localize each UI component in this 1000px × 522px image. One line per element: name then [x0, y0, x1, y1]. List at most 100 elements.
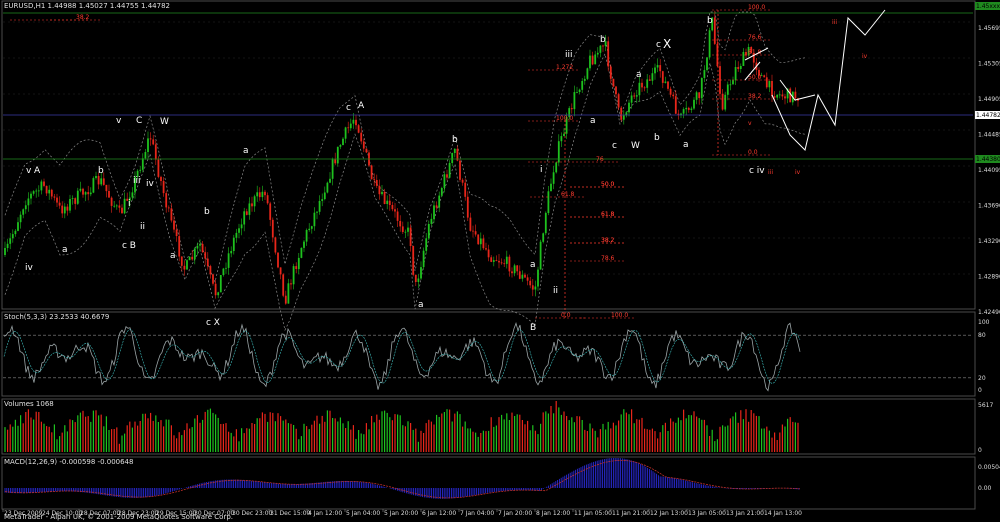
wave-label-red: iv — [795, 169, 801, 176]
volume-bar — [25, 412, 27, 452]
volume-tick-label: 5617 — [978, 402, 993, 409]
volume-bar — [386, 412, 388, 452]
candle-body — [373, 179, 376, 180]
volume-bar — [329, 410, 331, 452]
volume-bar — [651, 428, 653, 452]
price-tick-label: 1.42890 — [978, 274, 1000, 281]
top-tag: 1.45xxx — [976, 3, 1000, 10]
volume-bar — [670, 418, 672, 452]
volume-bar — [33, 419, 35, 452]
volume-bar — [436, 414, 438, 452]
candle-body — [113, 205, 116, 207]
volume-bar — [363, 434, 365, 452]
volume-bar — [443, 412, 445, 452]
candle-body — [381, 191, 383, 195]
price-tick-label: 1.44485 — [978, 132, 1000, 139]
volume-bar — [503, 419, 505, 452]
volume-bar — [293, 425, 295, 452]
volume-bar — [402, 425, 404, 452]
volume-bar — [675, 422, 677, 452]
candle-body — [474, 231, 477, 235]
candle-body — [362, 141, 365, 149]
volume-bar — [79, 412, 81, 452]
candle-body — [349, 123, 352, 129]
volume-bar — [334, 418, 336, 452]
candle-body — [555, 162, 558, 173]
candle-body — [789, 88, 792, 103]
candle-body — [225, 267, 227, 269]
volume-bar — [220, 424, 222, 452]
volume-bar — [722, 425, 724, 452]
volume-bar — [576, 416, 578, 452]
volume-bar — [573, 422, 575, 452]
candle-body — [264, 191, 266, 196]
candle-body — [87, 192, 90, 195]
volume-bar — [311, 424, 313, 452]
candle-body — [521, 274, 524, 279]
candle-body — [443, 174, 446, 188]
candle-body — [147, 138, 149, 152]
candle-body — [404, 231, 407, 233]
stoch-pane[interactable] — [1, 311, 976, 397]
time-tick-label: 13 Jan 05:00 — [688, 510, 726, 517]
time-tick-label: 5 Jan 04:00 — [346, 510, 380, 517]
candle-body — [331, 159, 334, 179]
volume-bar — [186, 423, 188, 452]
macd-pane[interactable] — [1, 456, 976, 510]
candle-body — [261, 191, 264, 198]
candle-body — [157, 159, 160, 177]
volume-bar — [108, 430, 110, 452]
wave-label: a — [418, 300, 424, 310]
volume-bar — [189, 428, 191, 452]
candle-body — [581, 81, 584, 90]
volume-bar — [605, 429, 607, 452]
candle-body — [648, 79, 651, 81]
candle-body — [635, 95, 638, 97]
volume-bar — [696, 416, 698, 452]
candle-body — [526, 277, 529, 281]
wave-label-red: iii — [832, 19, 837, 26]
volume-bar — [87, 416, 89, 452]
candle-body — [550, 183, 552, 192]
stoch-tick-label: 100 — [978, 319, 990, 326]
candle-body — [773, 96, 776, 98]
candle-body — [435, 205, 438, 208]
candle-body — [620, 107, 623, 120]
candle-body — [222, 268, 225, 275]
volume-bar — [7, 429, 9, 452]
candle-body — [170, 208, 173, 221]
candle-body — [685, 107, 688, 110]
volume-bar — [472, 431, 474, 452]
candle-body — [407, 227, 409, 232]
volume-bar — [277, 413, 279, 452]
candle-body — [238, 228, 240, 233]
volume-bar — [797, 422, 799, 452]
volume-bar — [235, 429, 237, 452]
volume-bar — [724, 426, 726, 452]
candle-body — [323, 192, 326, 200]
volume-bar — [761, 428, 763, 452]
volume-bar — [563, 411, 565, 452]
volume-bar — [547, 413, 549, 452]
wave-label: a — [683, 140, 689, 150]
chart-window: 38.2 1.272 100.0 76 61.8 50.0 61.8 38.2 78.6 0.0 1… — [1, 0, 1000, 521]
candle-body — [6, 243, 9, 248]
candle-body — [383, 191, 386, 204]
candle-body — [482, 238, 485, 249]
fib-level-label: 50.0 — [748, 74, 762, 81]
volume-label: Volumes 1068 — [4, 400, 54, 408]
volume-bar — [766, 426, 768, 452]
volume-bar — [672, 421, 674, 452]
volume-bar — [30, 417, 32, 452]
candle-body — [737, 67, 740, 69]
time-tick-label: 7 Jan 04:00 — [460, 510, 494, 517]
candle-body — [95, 176, 97, 179]
candle-body — [690, 108, 693, 110]
candle-body — [375, 180, 378, 186]
volume-bar — [134, 421, 136, 452]
volume-bar — [602, 423, 604, 452]
volume-bar — [144, 413, 146, 452]
candle-body — [544, 212, 547, 234]
candle-body — [583, 78, 586, 81]
candle-body — [438, 195, 441, 208]
